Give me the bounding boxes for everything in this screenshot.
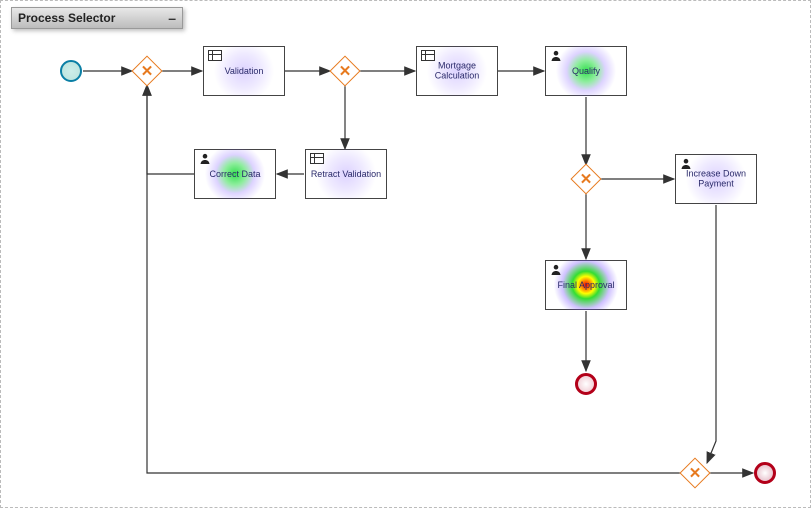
end-event-increase-down-payment[interactable]: [754, 462, 776, 484]
business-rule-icon: [310, 153, 324, 164]
task-label: Increase Down Payment: [676, 169, 756, 190]
business-rule-icon: [421, 50, 435, 61]
sequence-flows: [1, 1, 811, 509]
diagram-canvas[interactable]: Process Selector –: [0, 0, 811, 508]
task-label: Mortgage Calculation: [417, 61, 497, 82]
user-icon: [199, 153, 211, 165]
gateway-g2[interactable]: ✕: [332, 58, 358, 84]
task-label: Retract Validation: [306, 169, 386, 179]
collapse-icon[interactable]: –: [168, 11, 176, 25]
task-qualify[interactable]: Qualify: [545, 46, 627, 96]
task-retract-validation[interactable]: Retract Validation: [305, 149, 387, 199]
process-selector-panel[interactable]: Process Selector –: [11, 7, 183, 29]
gateway-g4[interactable]: ✕: [682, 460, 708, 486]
task-label: Final Approval: [546, 280, 626, 290]
end-event-final-approval[interactable]: [575, 373, 597, 395]
start-event[interactable]: [60, 60, 82, 82]
gateway-g1[interactable]: ✕: [134, 58, 160, 84]
task-final-approval[interactable]: Final Approval: [545, 260, 627, 310]
user-icon: [550, 264, 562, 276]
user-icon: [550, 50, 562, 62]
task-label: Correct Data: [195, 169, 275, 179]
task-mortgage-calculation[interactable]: Mortgage Calculation: [416, 46, 498, 96]
task-validation[interactable]: Validation: [203, 46, 285, 96]
task-increase-down-payment[interactable]: Increase Down Payment: [675, 154, 757, 204]
task-label: Qualify: [546, 66, 626, 76]
process-selector-title: Process Selector: [18, 11, 115, 25]
task-label: Validation: [204, 66, 284, 76]
gateway-g3[interactable]: ✕: [573, 166, 599, 192]
task-correct-data[interactable]: Correct Data: [194, 149, 276, 199]
business-rule-icon: [208, 50, 222, 61]
